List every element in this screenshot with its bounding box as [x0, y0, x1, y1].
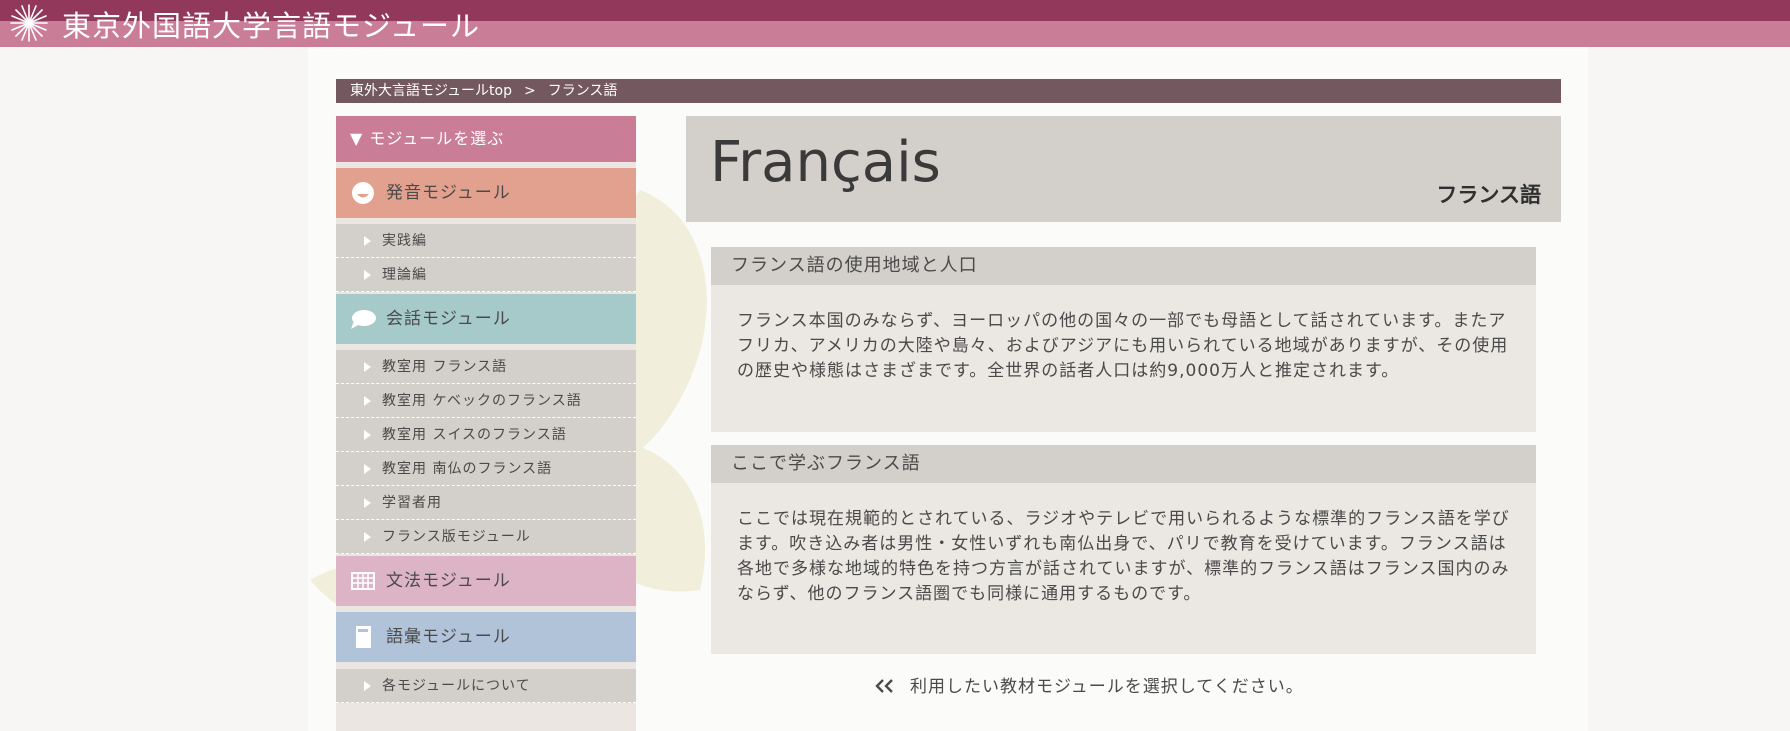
language-title-box: Français フランス語 — [686, 116, 1561, 222]
sidebar-item-vocabulary[interactable]: 語彙モジュール — [336, 612, 636, 662]
triangle-icon — [364, 270, 371, 280]
section-usage-region: フランス語の使用地域と人口 フランス本国のみならず、ヨーロッパの他の国々の一部で… — [711, 247, 1536, 432]
sidebar-item-label: 発音モジュール — [386, 183, 511, 203]
page-subtitle: フランス語 — [1436, 183, 1541, 207]
page-title: Français — [710, 130, 941, 195]
face-icon — [352, 182, 374, 204]
site-header: 東京外国語大学言語モジュール — [0, 0, 1790, 47]
sidebar-subitem-practice[interactable]: 実践編 — [336, 224, 636, 258]
sidebar-subitem-classroom-swiss[interactable]: 教室用 スイスのフランス語 — [336, 418, 636, 452]
sidebar-subitem-label: 理論編 — [382, 267, 427, 283]
section-heading: ここで学ぶフランス語 — [711, 445, 1536, 483]
triangle-icon — [364, 362, 371, 372]
sidebar-subitem-label: 教室用 スイスのフランス語 — [382, 427, 567, 443]
sidebar-subitem-classroom-south[interactable]: 教室用 南仏のフランス語 — [336, 452, 636, 486]
starburst-logo-icon[interactable] — [8, 2, 50, 44]
site-title[interactable]: 東京外国語大学言語モジュール — [62, 3, 480, 45]
sidebar-item-label: 会話モジュール — [386, 309, 511, 329]
sidebar: ▼ モジュールを選ぶ 発音モジュール 実践編 理論編 会話モジュール 教室用 フ… — [336, 116, 636, 731]
sidebar-item-conversation[interactable]: 会話モジュール — [336, 294, 636, 344]
sidebar-subitem-label: 教室用 ケベックのフランス語 — [382, 393, 582, 409]
select-module-note: 利用したい教材モジュールを選択してください。 — [874, 674, 1304, 700]
triangle-icon — [364, 236, 371, 246]
sidebar-subitem-label: 教室用 南仏のフランス語 — [382, 461, 553, 477]
breadcrumb-home-link[interactable]: 東外大言語モジュールtop — [350, 83, 512, 99]
sidebar-item-label: 文法モジュール — [386, 571, 511, 591]
sidebar-subitem-label: 教室用 フランス語 — [382, 359, 508, 375]
double-chevron-left-icon — [875, 679, 893, 693]
breadcrumb: 東外大言語モジュールtop > フランス語 — [336, 79, 1561, 103]
triangle-icon — [364, 396, 371, 406]
sidebar-item-about[interactable]: 各モジュールについて — [336, 669, 636, 703]
section-standard-french: ここで学ぶフランス語 ここでは現在規範的とされている、ラジオやテレビで用いられる… — [711, 445, 1536, 654]
book-icon — [356, 626, 371, 648]
sidebar-subitem-learners[interactable]: 学習者用 — [336, 486, 636, 520]
sidebar-item-grammar[interactable]: 文法モジュール — [336, 556, 636, 606]
sidebar-item-label: 語彙モジュール — [386, 627, 511, 647]
sidebar-subitem-classroom-french[interactable]: 教室用 フランス語 — [336, 350, 636, 384]
triangle-icon — [364, 498, 371, 508]
breadcrumb-separator: > — [523, 83, 536, 99]
sidebar-subitem-classroom-quebec[interactable]: 教室用 ケベックのフランス語 — [336, 384, 636, 418]
select-module-text: 利用したい教材モジュールを選択してください。 — [910, 677, 1304, 697]
triangle-icon — [364, 430, 371, 440]
grid-icon — [351, 572, 375, 590]
triangle-icon — [364, 532, 371, 542]
sidebar-subitem-label: 実践編 — [382, 233, 427, 249]
sidebar-subitem-label: フランス版モジュール — [382, 529, 531, 545]
section-heading: フランス語の使用地域と人口 — [711, 247, 1536, 285]
triangle-icon — [364, 464, 371, 474]
speech-bubble-icon — [351, 310, 376, 329]
sidebar-subitem-label: 学習者用 — [382, 495, 442, 511]
sidebar-subitem-label: 各モジュールについて — [382, 678, 531, 694]
section-body: ここでは現在規範的とされている、ラジオやテレビで用いられるような標準的フランス語… — [737, 509, 1510, 604]
section-body: フランス本国のみならず、ヨーロッパの他の国々の一部でも母語として話されています。… — [737, 311, 1509, 381]
triangle-icon — [364, 681, 371, 691]
module-select-heading[interactable]: ▼ モジュールを選ぶ — [336, 116, 636, 162]
sidebar-subitem-french-version[interactable]: フランス版モジュール — [336, 520, 636, 554]
sidebar-item-pronunciation[interactable]: 発音モジュール — [336, 168, 636, 218]
sidebar-subitem-theory[interactable]: 理論編 — [336, 258, 636, 292]
breadcrumb-current: フランス語 — [547, 83, 618, 99]
